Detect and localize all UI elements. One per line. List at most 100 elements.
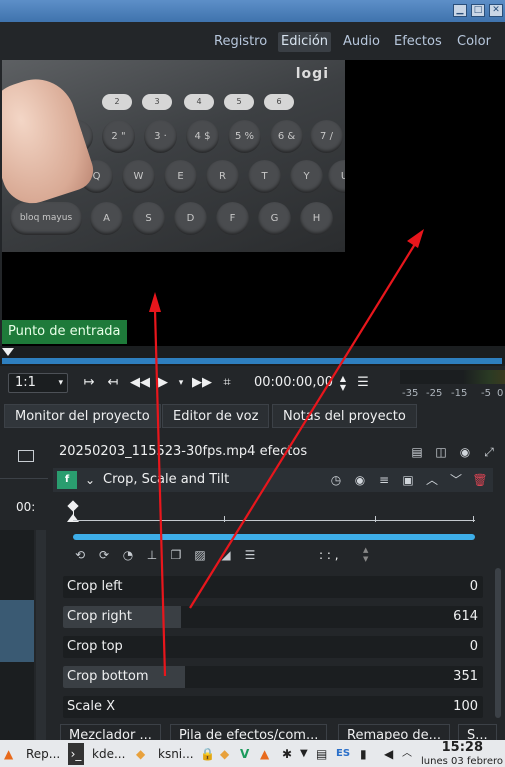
keyboard-key: D — [174, 202, 207, 235]
network-icon[interactable]: ▼ — [300, 743, 308, 765]
crop-icon[interactable]: ⌗ — [218, 374, 236, 392]
chevron-up-icon[interactable]: ︿ — [424, 472, 440, 488]
effects-panel: 20250203_115523-30fps.mp4 efectos ▤ ◫ ◉ … — [53, 438, 505, 724]
param-crop-right[interactable]: Crop right 614 — [63, 606, 483, 628]
effect-header[interactable]: f ⌄ Crop, Scale and Tilt ◷ ◉ ≡ ▣ ︿ ﹀ 🗑 — [53, 468, 493, 492]
param-value[interactable]: 0 — [470, 576, 478, 598]
volume-icon[interactable]: ◀ — [384, 743, 393, 765]
vlc-icon[interactable]: ▲ — [4, 743, 13, 765]
param-label: Scale X — [67, 699, 116, 714]
add-keyframe-icon[interactable]: ⟲ — [71, 546, 89, 564]
collapse-icon[interactable]: ⤢ — [481, 444, 497, 460]
keyframe-timecode[interactable]: : : , — [319, 546, 339, 564]
keyframe-zone-bar[interactable] — [73, 534, 475, 540]
next-keyframe-icon[interactable]: ◔ — [119, 546, 137, 564]
timeline-scrollbar[interactable] — [36, 530, 46, 740]
tab-notas-del-proyecto[interactable]: Notas del proyecto — [272, 404, 417, 428]
param-crop-bottom[interactable]: Crop bottom 351 — [63, 666, 483, 688]
tab-color[interactable]: Color — [454, 32, 494, 52]
close-icon[interactable]: ✕ — [489, 4, 503, 17]
selected-track[interactable] — [0, 600, 34, 662]
maximize-icon[interactable]: □ — [471, 4, 485, 17]
save-stack-icon[interactable]: ▤ — [409, 444, 425, 460]
copy-icon[interactable]: ❐ — [167, 546, 185, 564]
project-monitor[interactable]: logi 2 3 4 5 6 1 ! 2 " 3 · 4 $ 5 % 6 & 7… — [2, 60, 505, 346]
zone-bar[interactable] — [2, 358, 502, 364]
tab-audio[interactable]: Audio — [340, 32, 383, 52]
interpolation-icon[interactable]: ◢ — [217, 546, 235, 564]
vim-icon[interactable]: V — [240, 743, 249, 765]
task-item[interactable]: kde... — [92, 743, 125, 765]
param-label: Crop top — [67, 639, 123, 654]
param-value[interactable]: 614 — [453, 606, 478, 628]
taskbar: ▲ Rep... ›_ kde... ◆ ksni... 🔒 ◆ V ▲ ✱ ▼… — [0, 740, 505, 767]
keyboard-key: W — [122, 160, 155, 193]
timecode-spin-icon[interactable]: ▲ ▼ — [363, 546, 368, 564]
set-out-point-icon[interactable]: ↤ — [106, 374, 120, 392]
workspace-bar: Registro Edición Audio Efectos Color — [0, 22, 505, 60]
meter-label: 0 — [497, 388, 504, 399]
kdenlive-icon[interactable]: ◆ — [136, 743, 145, 765]
audio-meter: -35 -25 -15 -5 0 — [400, 370, 505, 399]
task-item[interactable]: ksni... — [158, 743, 194, 765]
timecode-spin-icon[interactable]: ▲ ▼ — [338, 374, 348, 392]
param-value[interactable]: 100 — [453, 696, 478, 718]
bluetooth-icon[interactable]: ✱ — [282, 743, 292, 765]
keyboard-key: 4 — [184, 94, 214, 110]
zoom-select[interactable]: 1:1 ▾ — [8, 373, 68, 393]
keyframe-ruler — [73, 520, 475, 521]
chevron-up-icon[interactable]: ︿ — [402, 743, 412, 765]
vlc-tray-icon[interactable]: ▲ — [260, 743, 269, 765]
tab-efectos[interactable]: Efectos — [391, 32, 445, 52]
tab-registro[interactable]: Registro — [211, 32, 270, 52]
task-item[interactable]: Rep... — [26, 743, 60, 765]
play-icon[interactable]: ▶ — [156, 374, 170, 392]
menu-icon[interactable]: ☰ — [355, 374, 371, 392]
panel-toggle-icon[interactable] — [18, 450, 34, 462]
chevron-down-icon[interactable]: ⌄ — [85, 471, 95, 489]
keyboard-key: H — [300, 202, 333, 235]
param-crop-top[interactable]: Crop top 0 — [63, 636, 483, 658]
terminal-icon[interactable]: ›_ — [68, 743, 84, 765]
effects-scrollbar[interactable] — [495, 568, 501, 718]
kdenlive-tray-icon[interactable]: ◆ — [220, 743, 229, 765]
playhead-icon[interactable] — [2, 348, 14, 356]
chevron-down-icon: ▾ — [58, 378, 63, 388]
param-value[interactable]: 351 — [453, 666, 478, 688]
keyboard-key: R — [206, 160, 239, 193]
previous-keyframe-icon[interactable]: ⟳ — [95, 546, 113, 564]
lock-icon[interactable]: 🔒 — [200, 743, 215, 765]
minimize-icon[interactable]: ▁ — [453, 4, 467, 17]
save-icon[interactable]: ▣ — [400, 472, 416, 488]
param-crop-left[interactable]: Crop left 0 — [63, 576, 483, 598]
battery-icon[interactable]: ▮ — [360, 743, 367, 765]
paste-icon[interactable]: ▨ — [191, 546, 209, 564]
keyboard-key: A — [90, 202, 123, 235]
monitor-ruler[interactable] — [0, 346, 505, 366]
timecode-display[interactable]: 00:00:00,00 — [254, 375, 333, 390]
tab-edicion[interactable]: Edición — [278, 32, 332, 52]
forward-icon[interactable]: ▶▶ — [192, 374, 212, 392]
set-in-point-icon[interactable]: ↦ — [82, 374, 96, 392]
sliders-icon[interactable]: ≡ — [376, 472, 392, 488]
chevron-down-icon[interactable]: ﹀ — [448, 472, 464, 488]
keyboard-layout[interactable]: ES — [336, 743, 350, 765]
play-menu-chevron-icon[interactable]: ▾ — [174, 374, 188, 392]
compare-icon[interactable]: ◫ — [433, 444, 449, 460]
param-value[interactable]: 0 — [470, 636, 478, 658]
param-scale-x[interactable]: Scale X 100 — [63, 696, 483, 718]
tab-monitor-del-proyecto[interactable]: Monitor del proyecto — [4, 404, 161, 428]
finger-image — [2, 69, 99, 211]
view-icon[interactable]: ◉ — [457, 444, 473, 460]
clock[interactable]: 15:28 — [442, 740, 483, 755]
eye-icon[interactable]: ◉ — [352, 472, 368, 488]
clipboard-icon[interactable]: ▤ — [316, 743, 327, 765]
timeline-fragment: 00: — [0, 438, 48, 740]
timer-icon[interactable]: ◷ — [328, 472, 344, 488]
rewind-icon[interactable]: ◀◀ — [130, 374, 150, 392]
align-icon[interactable]: ⊥ — [143, 546, 161, 564]
delete-icon[interactable]: 🗑 — [472, 472, 488, 488]
keyframe-area[interactable] — [61, 500, 477, 550]
menu-icon[interactable]: ☰ — [241, 546, 259, 564]
tab-editor-de-voz[interactable]: Editor de voz — [162, 404, 270, 428]
